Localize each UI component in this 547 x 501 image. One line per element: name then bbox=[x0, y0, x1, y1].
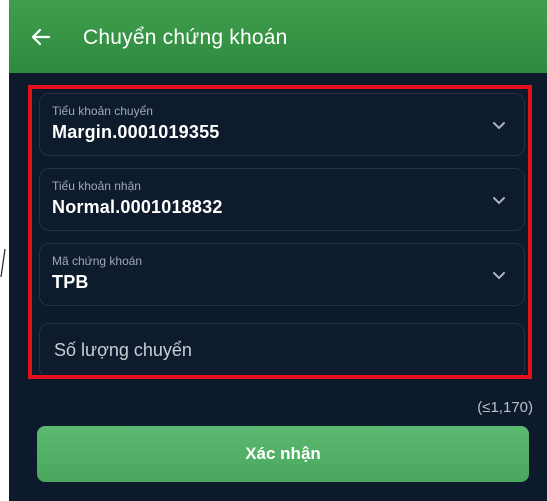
quantity-limit-text: (≤1,170) bbox=[477, 399, 533, 416]
app-header: Chuyển chứng khoán bbox=[9, 0, 547, 73]
edge-mark bbox=[0, 248, 6, 278]
app-screen: Chuyển chứng khoán Tiểu khoản chuyển Mar… bbox=[9, 0, 547, 501]
highlight-frame bbox=[28, 85, 532, 379]
confirm-button[interactable]: Xác nhận bbox=[37, 426, 529, 482]
page-title: Chuyển chứng khoán bbox=[83, 26, 288, 49]
arrow-left-icon[interactable] bbox=[31, 27, 51, 47]
